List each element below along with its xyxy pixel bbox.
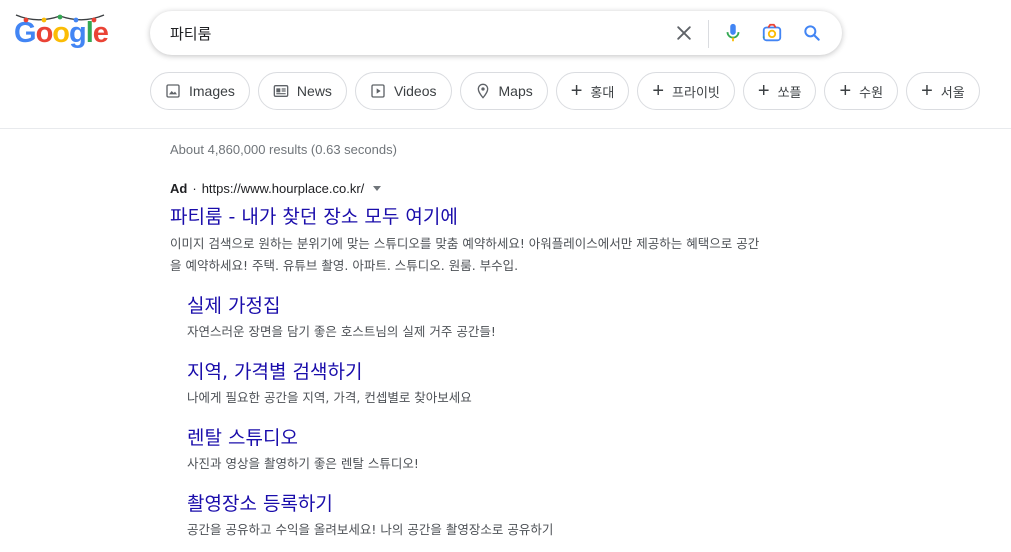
chip-label: News [296, 83, 332, 99]
ad-title-link[interactable]: 파티룸 - 내가 찾던 장소 모두 여기에 [170, 202, 458, 229]
ad-url-line: Ad · https://www.hourplace.co.kr/ [170, 181, 382, 196]
plus-icon: + [921, 80, 933, 102]
chip-label: 쏘플 [777, 85, 802, 101]
chip-suwon[interactable]: + 수원 [824, 72, 899, 110]
news-icon [273, 85, 289, 97]
search-chips: Images News Videos Maps + 홍대 + 프라이빗 + 쏘플… [150, 72, 980, 110]
search-divider [708, 20, 709, 48]
sitelink: 실제 가정집 자연스러운 장면을 담기 좋은 호스트님의 실제 거주 공간들! [187, 293, 496, 340]
sitelink-desc: 공간을 공유하고 수익을 올려보세요! 나의 공간을 촬영장소로 공유하기 [187, 522, 554, 537]
chip-videos[interactable]: Videos [354, 72, 452, 110]
chip-label: Images [189, 83, 235, 99]
chip-label: 서울 [940, 85, 965, 101]
pin-icon [477, 83, 488, 99]
chip-label: Videos [393, 83, 437, 99]
sitelink-title[interactable]: 지역, 가격별 검색하기 [187, 359, 472, 385]
plus-icon: + [652, 80, 665, 102]
sitelink-desc: 자연스러운 장면을 담기 좋은 호스트님의 실제 거주 공간들! [187, 324, 496, 339]
ad-label: Ad [170, 181, 188, 196]
search-box [150, 11, 842, 55]
video-icon [371, 84, 385, 98]
sitelink-title[interactable]: 실제 가정집 [187, 293, 496, 319]
sitelink: 지역, 가격별 검색하기 나에게 필요한 공간을 지역, 가격, 컨셉별로 찾아… [187, 359, 472, 406]
chip-label: Maps [498, 83, 533, 99]
holiday-lights-doodle [15, 14, 105, 23]
sitelink-desc: 사진과 영상을 촬영하기 좋은 렌탈 스튜디오! [187, 456, 419, 471]
sitelink-title[interactable]: 렌탈 스튜디오 [187, 425, 419, 451]
sitelink-desc: 나에게 필요한 공간을 지역, 가격, 컨셉별로 찾아보세요 [187, 390, 472, 405]
chip-maps[interactable]: Maps [459, 72, 548, 110]
search-input[interactable] [170, 21, 670, 45]
ad-separator: · [192, 181, 197, 196]
dropdown-caret-icon[interactable] [373, 186, 382, 191]
plus-icon: + [570, 80, 583, 102]
plus-icon: + [757, 80, 770, 102]
chip-seoul[interactable]: + 서울 [906, 72, 980, 110]
result-stats: About 4,860,000 results (0.63 seconds) [170, 142, 397, 157]
google-logo[interactable]: G o o g l e [14, 14, 109, 48]
sitelink-title[interactable]: 촬영장소 등록하기 [187, 491, 553, 517]
camera-icon[interactable] [760, 21, 784, 45]
chip-label: 수원 [859, 85, 884, 101]
chip-label: 홍대 [590, 85, 615, 101]
close-icon[interactable] [672, 21, 696, 45]
mic-icon[interactable] [721, 21, 745, 45]
ad-description: 이미지 검색으로 원하는 분위기에 맞는 스튜디오를 맞춤 예약하세요! 아워플… [170, 236, 760, 273]
image-icon [166, 84, 180, 98]
chip-images[interactable]: Images [150, 72, 250, 110]
sitelink: 렌탈 스튜디오 사진과 영상을 촬영하기 좋은 렌탈 스튜디오! [187, 425, 419, 472]
chip-label: 프라이빗 [672, 85, 720, 101]
chip-news[interactable]: News [257, 72, 347, 110]
chip-ssopeul[interactable]: + 쏘플 [742, 72, 817, 110]
chip-private[interactable]: + 프라이빗 [637, 72, 735, 110]
header-divider [0, 128, 1011, 129]
search-icon[interactable] [800, 21, 824, 45]
sitelink: 촬영장소 등록하기 공간을 공유하고 수익을 올려보세요! 나의 공간을 촬영장… [187, 491, 553, 538]
chip-hongdae[interactable]: + 홍대 [555, 72, 630, 110]
plus-icon: + [839, 80, 852, 102]
ad-url[interactable]: https://www.hourplace.co.kr/ [202, 181, 365, 196]
